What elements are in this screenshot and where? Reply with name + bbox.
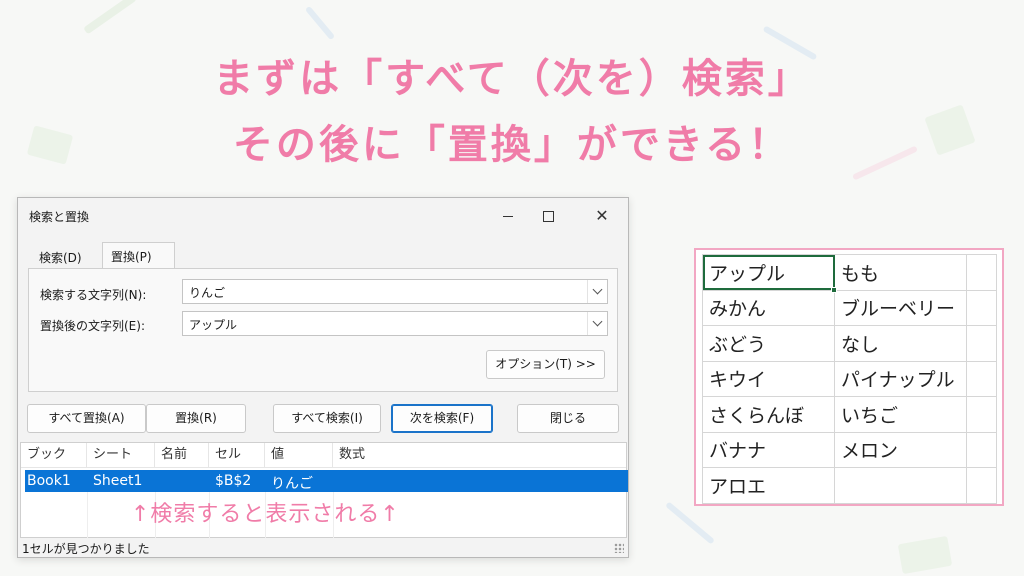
sheet-grid: アップル もも みかん ブルーベリー ぶどう なし キウイ パイナップル さくら… (702, 254, 997, 504)
replace-label: 置換後の文字列(E): (40, 319, 145, 333)
replace-input[interactable]: アップル (182, 311, 608, 336)
tab-find[interactable]: 検索(D) (31, 245, 90, 269)
background-decoration (83, 0, 137, 35)
annotation-note: ↑検索すると表示される↑ (131, 502, 400, 527)
resize-grip-icon[interactable] (614, 543, 624, 553)
close-icon[interactable]: ✕ (590, 204, 614, 228)
sheet-row: バナナ メロン (702, 431, 997, 468)
sheet-row: ぶどう なし (702, 325, 997, 362)
background-decoration (304, 5, 336, 41)
table-row[interactable]: Book1 Sheet1 $B$2 りんご (25, 470, 628, 492)
cell-a4[interactable]: キウイ (702, 360, 835, 397)
cell-c2[interactable] (966, 289, 997, 326)
cell-c4[interactable] (966, 360, 997, 397)
cell-c7[interactable] (966, 467, 997, 504)
column-header-book[interactable]: ブック (21, 443, 87, 467)
cell-a3[interactable]: ぶどう (702, 325, 835, 362)
find-next-button[interactable]: 次を検索(F) (391, 404, 493, 433)
minimize-icon[interactable] (496, 204, 520, 228)
replace-button[interactable]: 置換(R) (146, 404, 246, 433)
cell-b2[interactable]: ブルーベリー (834, 289, 967, 326)
cell-c5[interactable] (966, 396, 997, 433)
chevron-down-icon[interactable] (587, 312, 607, 335)
replace-all-button[interactable]: すべて置換(A) (27, 404, 146, 433)
heading-line-1: まずは「すべて（次を）検索」 (213, 56, 811, 102)
dialog-title: 検索と置換 (29, 210, 90, 224)
close-button[interactable]: 閉じる (517, 404, 619, 433)
column-header-cell[interactable]: セル (209, 443, 265, 467)
sheet-row: キウイ パイナップル (702, 360, 997, 397)
sheet-row: アップル もも (702, 254, 997, 293)
heading-line-2: その後に「置換」ができる！ (232, 122, 792, 168)
sheet-row: みかん ブルーベリー (702, 289, 997, 326)
cell-b6[interactable]: メロン (834, 431, 967, 468)
status-text: 1セルが見つかりました (22, 542, 150, 556)
result-value: りんご (271, 476, 313, 492)
cell-a1[interactable]: アップル (702, 254, 837, 293)
cell-a2[interactable]: みかん (702, 289, 835, 326)
cell-b5[interactable]: いちご (834, 396, 967, 433)
cell-a5[interactable]: さくらんぼ (702, 396, 835, 433)
cell-b7[interactable] (834, 467, 967, 504)
column-header-name[interactable]: 名前 (155, 443, 209, 467)
cell-b4[interactable]: パイナップル (834, 360, 967, 397)
background-decoration (665, 501, 715, 545)
sheet-row: アロエ (702, 467, 997, 504)
maximize-icon[interactable] (536, 204, 560, 228)
find-all-button[interactable]: すべて検索(I) (273, 404, 381, 433)
result-sheet: Sheet1 (93, 473, 143, 489)
replace-input-value: アップル (189, 318, 238, 332)
cell-b1[interactable]: もも (834, 254, 967, 291)
tab-replace[interactable]: 置換(P) (102, 242, 175, 269)
column-header-formula[interactable]: 数式 (333, 443, 627, 467)
cell-a6[interactable]: バナナ (702, 431, 835, 468)
options-button[interactable]: オプション(T) >> (486, 350, 605, 379)
header-divider (21, 467, 626, 468)
title-bar: 検索と置換 ✕ (18, 198, 628, 234)
column-header-value[interactable]: 値 (265, 443, 333, 467)
column-divider (87, 492, 88, 538)
column-header-sheet[interactable]: シート (87, 443, 155, 467)
cell-b3[interactable]: なし (834, 325, 967, 362)
cell-a7[interactable]: アロエ (702, 467, 835, 504)
result-book: Book1 (27, 473, 71, 489)
results-list: ブック シート 名前 セル 値 数式 Book1 Sheet1 $B$2 りんご… (20, 442, 628, 538)
background-decoration (897, 535, 953, 575)
spreadsheet: アップル もも みかん ブルーベリー ぶどう なし キウイ パイナップル さくら… (694, 248, 1004, 506)
find-label: 検索する文字列(N): (40, 288, 147, 302)
cell-c1[interactable] (966, 254, 997, 291)
chevron-down-icon[interactable] (587, 280, 607, 303)
cell-c3[interactable] (966, 325, 997, 362)
result-cell: $B$2 (215, 473, 252, 489)
sheet-row: さくらんぼ いちご (702, 396, 997, 433)
find-input[interactable]: りんご (182, 279, 608, 304)
fill-handle[interactable] (831, 286, 837, 293)
cell-c6[interactable] (966, 431, 997, 468)
find-input-value: りんご (189, 286, 226, 300)
find-replace-dialog: 検索と置換 ✕ 検索(D) 置換(P) 検索する文字列(N): りんご 置換後の… (17, 197, 629, 558)
